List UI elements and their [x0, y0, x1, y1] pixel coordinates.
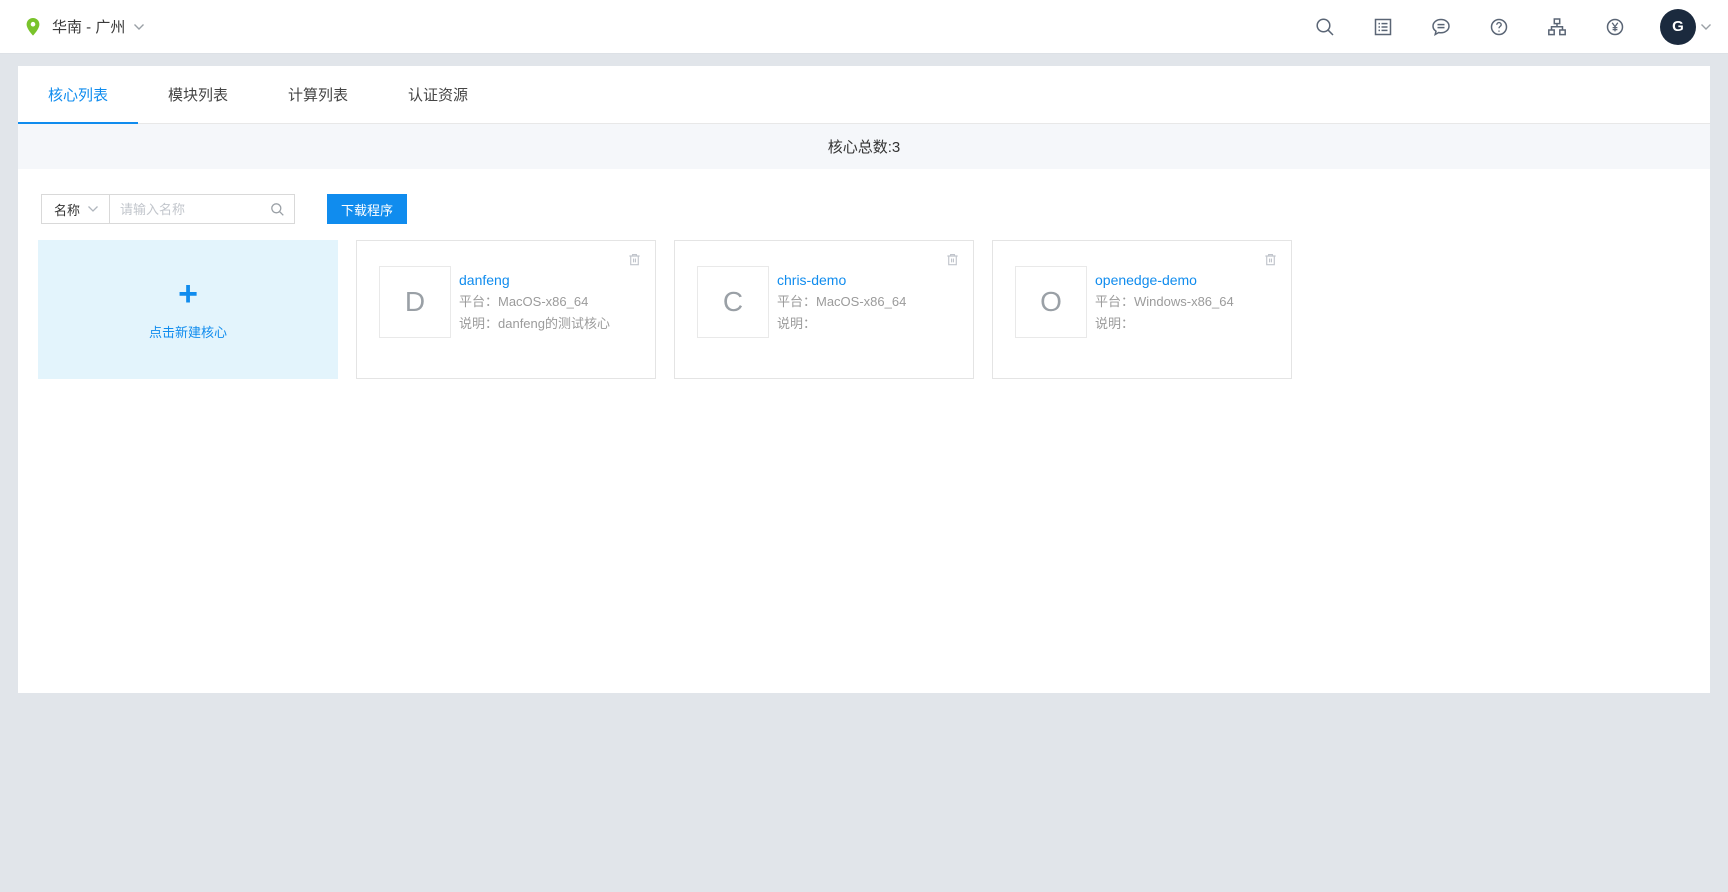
core-name-link[interactable]: openedge-demo [1095, 271, 1234, 289]
core-initial-tile: O [1015, 266, 1087, 338]
core-description: 说明： [1095, 314, 1234, 333]
region-label: 华南 - 广州 [52, 16, 125, 37]
tab-compute-list[interactable]: 计算列表 [258, 66, 378, 123]
tab-module-list[interactable]: 模块列表 [138, 66, 258, 123]
core-platform: 平台：Windows-x86_64 [1095, 292, 1234, 311]
core-platform: 平台：MacOS-x86_64 [777, 292, 906, 311]
chevron-down-icon [133, 23, 145, 31]
core-name-link[interactable]: chris-demo [777, 271, 906, 289]
region-selector[interactable]: 华南 - 广州 [24, 16, 145, 37]
core-info: chris-demo 平台：MacOS-x86_64 说明： [777, 271, 906, 333]
core-card[interactable]: O openedge-demo 平台：Windows-x86_64 说明： [992, 240, 1292, 379]
search-field-select[interactable]: 名称 [42, 195, 110, 223]
search-icon[interactable] [1314, 16, 1336, 38]
core-cards-row: + 点击新建核心 D danfeng 平台：MacOS-x86_64 说明：da… [38, 240, 1710, 379]
billing-icon[interactable] [1604, 16, 1626, 38]
core-initial-tile: C [697, 266, 769, 338]
core-platform: 平台：MacOS-x86_64 [459, 292, 610, 311]
delete-core-icon[interactable] [1262, 251, 1279, 268]
create-core-card[interactable]: + 点击新建核心 [38, 240, 338, 379]
topbar: 华南 - 广州 [0, 0, 1728, 54]
chevron-down-icon [87, 205, 99, 213]
avatar[interactable]: G [1660, 9, 1696, 45]
location-pin-icon [24, 17, 42, 37]
sitemap-icon[interactable] [1546, 16, 1568, 38]
core-description: 说明： [777, 314, 906, 333]
search-input[interactable] [110, 195, 270, 223]
help-icon[interactable] [1488, 16, 1510, 38]
filter-row: 名称 下载程序 [41, 194, 1710, 224]
delete-core-icon[interactable] [626, 251, 643, 268]
core-total-banner: 核心总数:3 [18, 124, 1710, 169]
core-name-link[interactable]: danfeng [459, 271, 610, 289]
console-list-icon[interactable] [1372, 16, 1394, 38]
tab-core-list[interactable]: 核心列表 [18, 66, 138, 123]
delete-core-icon[interactable] [944, 251, 961, 268]
core-initial-tile: D [379, 266, 451, 338]
chevron-down-icon[interactable] [1700, 23, 1712, 31]
topbar-actions: G [1278, 9, 1712, 45]
message-icon[interactable] [1430, 16, 1452, 38]
core-card[interactable]: D danfeng 平台：MacOS-x86_64 说明：danfeng的测试核… [356, 240, 656, 379]
core-description: 说明：danfeng的测试核心 [459, 314, 610, 333]
core-info: openedge-demo 平台：Windows-x86_64 说明： [1095, 271, 1234, 333]
core-info: danfeng 平台：MacOS-x86_64 说明：danfeng的测试核心 [459, 271, 610, 333]
main-panel: 核心列表 模块列表 计算列表 认证资源 核心总数:3 名称 下载程序 + 点击新… [18, 66, 1710, 693]
core-total-text: 核心总数:3 [828, 136, 901, 157]
search-field-label: 名称 [54, 200, 80, 219]
download-program-button[interactable]: 下载程序 [327, 194, 407, 224]
create-core-label: 点击新建核心 [149, 322, 227, 341]
search-submit-icon[interactable] [270, 202, 285, 217]
search-group: 名称 [41, 194, 295, 224]
tab-bar: 核心列表 模块列表 计算列表 认证资源 [18, 66, 1710, 124]
core-card[interactable]: C chris-demo 平台：MacOS-x86_64 说明： [674, 240, 974, 379]
plus-icon: + [178, 279, 198, 309]
tab-auth-resources[interactable]: 认证资源 [378, 66, 498, 123]
